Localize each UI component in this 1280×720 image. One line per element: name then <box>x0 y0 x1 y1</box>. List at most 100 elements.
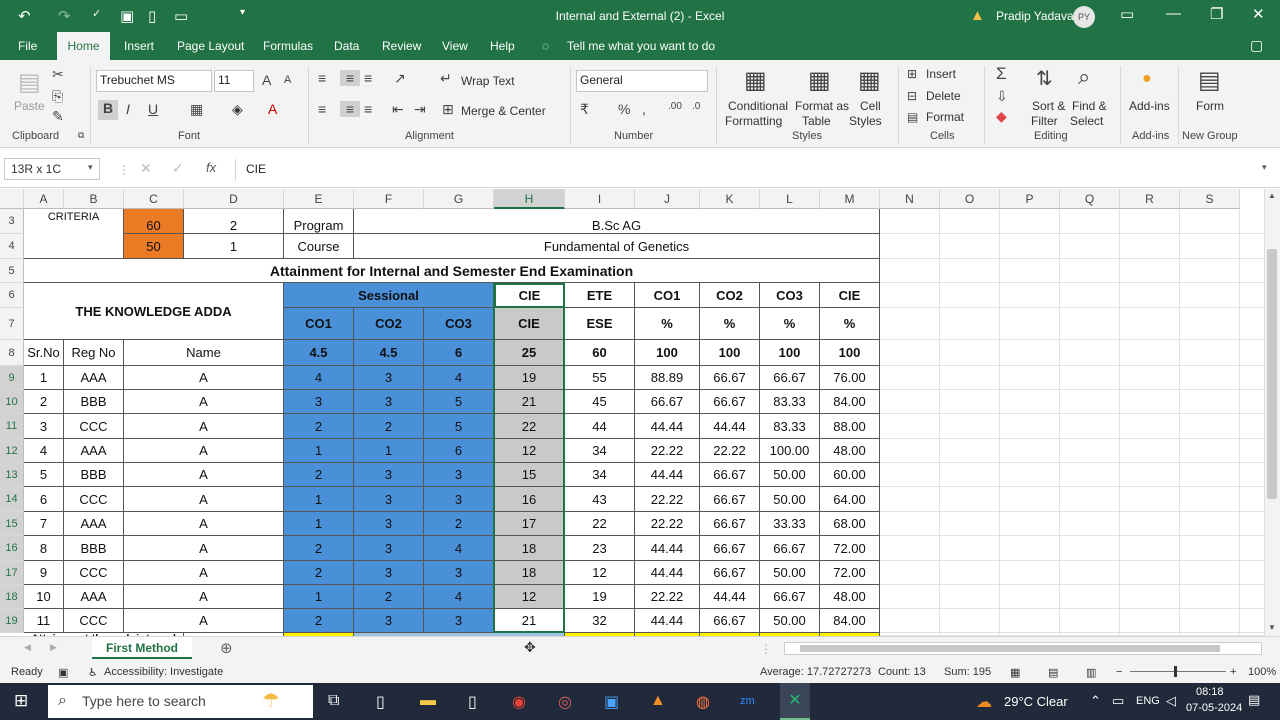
delete-cells-icon[interactable]: ⊟ <box>907 89 917 103</box>
bottom-align-icon[interactable]: ≡ <box>364 70 372 86</box>
autosum-icon[interactable]: Σ <box>996 64 1007 84</box>
cell-name-header[interactable]: Name <box>124 340 284 366</box>
vlc-icon[interactable]: ▲ <box>650 692 666 710</box>
cell-g8[interactable]: 6 <box>424 340 494 366</box>
formula-input[interactable]: CIE <box>235 159 1270 181</box>
format-painter-icon[interactable]: ✎ <box>52 108 64 125</box>
zoom-level[interactable]: 100% <box>1248 666 1276 678</box>
cell-e[interactable]: 1 <box>284 512 354 536</box>
cell-name[interactable]: A <box>124 390 284 414</box>
cell-srno[interactable]: 6 <box>24 487 64 512</box>
zoom-app-icon[interactable]: zm <box>740 695 755 707</box>
cell-h[interactable]: 22 <box>494 414 565 439</box>
cell-l[interactable]: 100.00 <box>760 439 820 463</box>
cell-h[interactable]: 17 <box>494 512 565 536</box>
cell-name[interactable]: A <box>124 487 284 512</box>
row-header-9[interactable]: 9 <box>0 366 24 390</box>
row-header-17[interactable]: 17 <box>0 561 24 585</box>
spreadsheet-grid[interactable]: A B C D E F G H I J K L M N O P Q R S 3 4 5 6 7 8 9 10 11 12 13 14 15 16… <box>0 189 1264 636</box>
cell-regno-header[interactable]: Reg No <box>64 340 124 366</box>
cell-e7[interactable]: CO1 <box>284 308 354 340</box>
cell-h8[interactable]: 25 <box>494 340 565 366</box>
document-app-icon[interactable]: ▯ <box>468 692 477 712</box>
cell-i[interactable]: 44 <box>565 414 635 439</box>
prev-sheet-icon[interactable]: ◀ <box>24 642 31 653</box>
cell-srno[interactable]: 4 <box>24 439 64 463</box>
cell-srno[interactable]: 2 <box>24 390 64 414</box>
menu-insert[interactable]: Insert <box>124 39 154 53</box>
format-cells-icon[interactable]: ▤ <box>907 110 918 124</box>
cell-i[interactable]: 22 <box>565 512 635 536</box>
cell-h6[interactable]: CIE <box>494 283 565 308</box>
cell-d4[interactable]: 1 <box>184 234 284 259</box>
comma-icon[interactable]: , <box>642 101 646 117</box>
cell-g[interactable]: 3 <box>424 487 494 512</box>
cell-e[interactable]: 2 <box>284 463 354 487</box>
format-as-table-button[interactable]: Format as <box>795 99 849 113</box>
row-header-19[interactable]: 19 <box>0 609 24 633</box>
borders-icon[interactable]: ▦ <box>190 101 203 118</box>
conditional-formatting-button[interactable]: Conditional <box>728 99 788 113</box>
cell-j[interactable]: 44.44 <box>635 536 700 561</box>
fill-icon[interactable]: ⇩ <box>996 88 1008 105</box>
cell-g[interactable]: 6 <box>424 439 494 463</box>
cell-j[interactable]: 44.44 <box>635 561 700 585</box>
percent-icon[interactable]: % <box>618 101 630 117</box>
cell-g[interactable]: 4 <box>424 585 494 609</box>
comments-icon[interactable]: ▢ <box>1250 37 1263 54</box>
cell-d3[interactable]: 2 <box>184 209 284 234</box>
cell-h[interactable]: 12 <box>494 439 565 463</box>
cell-e[interactable]: 2 <box>284 609 354 633</box>
increase-indent-icon[interactable]: ⇥ <box>414 101 426 118</box>
zoom-slider[interactable] <box>1130 671 1226 672</box>
page-break-view-icon[interactable]: ▥ <box>1086 666 1096 679</box>
paste-icon[interactable]: ▤ <box>18 68 41 97</box>
cell-regno[interactable]: AAA <box>64 512 124 536</box>
cell-course-value[interactable]: Fundamental of Genetics <box>354 234 880 259</box>
vertical-scrollbar[interactable]: ▲ ▼ <box>1264 189 1280 636</box>
close-icon[interactable]: ✕ <box>1252 5 1265 23</box>
average-status[interactable]: Average: 17.72727273 <box>760 666 871 678</box>
form-icon[interactable]: ▤ <box>1198 66 1221 95</box>
cell-regno[interactable]: BBB <box>64 536 124 561</box>
menu-data[interactable]: Data <box>334 39 359 53</box>
file-app-icon[interactable]: ▯ <box>376 692 385 712</box>
decrease-indent-icon[interactable]: ⇤ <box>392 101 404 118</box>
cell-e[interactable]: 4 <box>284 366 354 390</box>
cell-l6[interactable]: CO3 <box>760 283 820 308</box>
cell-f[interactable]: 3 <box>354 366 424 390</box>
cell-j8[interactable]: 100 <box>635 340 700 366</box>
cell-m[interactable]: 48.00 <box>820 439 880 463</box>
cell-main-heading[interactable]: Attainment for Internal and Semester End… <box>24 259 880 283</box>
horizontal-scroll-thumb[interactable] <box>800 645 1220 652</box>
cell-l[interactable]: 50.00 <box>760 561 820 585</box>
wrap-text-icon[interactable]: ↵ <box>440 70 452 87</box>
cell-g[interactable]: 5 <box>424 414 494 439</box>
cell-l[interactable]: 50.00 <box>760 609 820 633</box>
network-icon[interactable]: ▭ <box>1112 693 1124 709</box>
cell-j7[interactable]: % <box>635 308 700 340</box>
cell-f[interactable]: 2 <box>354 585 424 609</box>
cell-e[interactable]: 2 <box>284 561 354 585</box>
cell-k[interactable]: 66.67 <box>700 390 760 414</box>
menu-home[interactable]: Home <box>57 32 110 60</box>
insert-cells-icon[interactable]: ⊞ <box>907 67 917 81</box>
zoom-slider-thumb[interactable] <box>1174 666 1177 677</box>
cell-g[interactable]: 2 <box>424 512 494 536</box>
fill-color-icon[interactable]: ◈ <box>232 101 243 118</box>
minimize-icon[interactable]: — <box>1166 5 1181 22</box>
count-status[interactable]: Count: 13 <box>878 666 926 678</box>
function-icon[interactable]: fx <box>206 160 216 175</box>
cell-m[interactable]: 64.00 <box>820 487 880 512</box>
cell-srno[interactable]: 11 <box>24 609 64 633</box>
row-header-3[interactable]: 3 <box>0 209 24 234</box>
cell-regno[interactable]: BBB <box>64 463 124 487</box>
menu-page-layout[interactable]: Page Layout <box>177 39 244 53</box>
sort-filter-button[interactable]: Sort & <box>1032 99 1065 113</box>
cell-f[interactable]: 3 <box>354 463 424 487</box>
cell-c3[interactable]: 60 <box>124 209 184 234</box>
cell-regno[interactable]: AAA <box>64 585 124 609</box>
cell-g[interactable]: 3 <box>424 609 494 633</box>
column-header-d[interactable]: D <box>184 189 284 209</box>
column-header-j[interactable]: J <box>635 189 700 209</box>
